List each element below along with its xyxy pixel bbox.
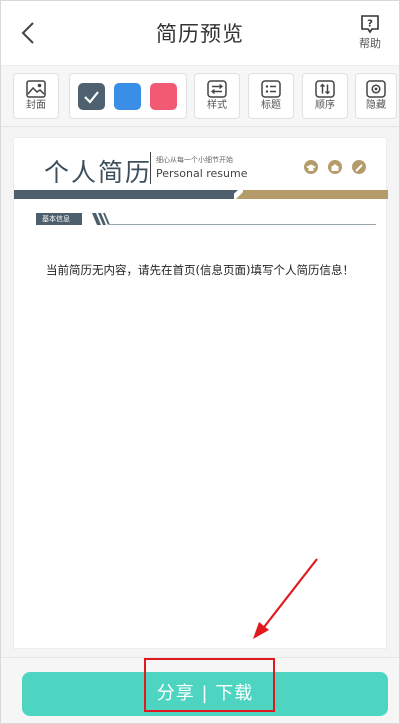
cover-button[interactable]: 封面: [13, 73, 59, 119]
header-bar: 简历预览 ? 帮助: [1, 1, 399, 65]
section-divider: [108, 224, 376, 225]
empty-resume-message: 当前简历无内容，请先在首页(信息页面)填写个人简历信息！: [46, 263, 354, 277]
list-icon: [261, 80, 281, 98]
annotation-arrow: [253, 558, 318, 639]
annotation-highlight-box: [144, 658, 275, 712]
page-title: 简历预览: [156, 22, 244, 46]
color-swatch-slate[interactable]: [78, 83, 105, 110]
color-swatch-blue[interactable]: [114, 83, 141, 110]
color-picker: [69, 73, 187, 119]
cover-label: 封面: [26, 100, 46, 111]
app-frame: 简历预览 ? 帮助 封面 样式 标题 顺序 隐藏 个人简历 细心从每一个小细节开…: [0, 0, 400, 724]
hide-label: 隐藏: [366, 100, 386, 111]
header-band-gold: [243, 190, 388, 199]
heading-button[interactable]: 标题: [248, 73, 294, 119]
sort-icon: [315, 80, 335, 98]
hide-button[interactable]: 隐藏: [355, 73, 397, 119]
resume-slogan: 细心从每一个小细节开始: [156, 156, 233, 164]
color-swatch-pink[interactable]: [150, 83, 177, 110]
pencil-icon: [352, 160, 366, 174]
section-tag-basic-info: 基本信息: [36, 213, 82, 225]
heading-label: 标题: [261, 100, 281, 111]
svg-text:?: ?: [367, 19, 373, 30]
help-icon: ?: [361, 15, 379, 34]
header-band-dark: [14, 190, 234, 199]
order-label: 顺序: [315, 100, 335, 111]
eye-hide-icon: [366, 80, 386, 98]
title-divider: [150, 152, 151, 184]
graduation-cap-icon: [303, 160, 318, 174]
order-button[interactable]: 顺序: [302, 73, 348, 119]
help-label: 帮助: [359, 37, 381, 50]
briefcase-icon: [327, 160, 342, 174]
style-button[interactable]: 样式: [194, 73, 240, 119]
contact-icons: [299, 160, 366, 174]
sliders-icon: [207, 80, 227, 98]
resume-page: 个人简历 细心从每一个小细节开始 Personal resume 基本信息 当前…: [13, 137, 388, 649]
style-label: 样式: [207, 100, 227, 111]
resume-title: 个人简历: [44, 158, 153, 187]
preview-area: 个人简历 细心从每一个小细节开始 Personal resume 基本信息 当前…: [1, 127, 399, 657]
check-icon: [84, 91, 99, 104]
resume-subtitle: Personal resume: [156, 167, 248, 180]
help-button[interactable]: ? 帮助: [355, 14, 385, 54]
image-icon: [26, 80, 46, 98]
style-toolbar: 封面 样式 标题 顺序 隐藏: [1, 65, 399, 127]
